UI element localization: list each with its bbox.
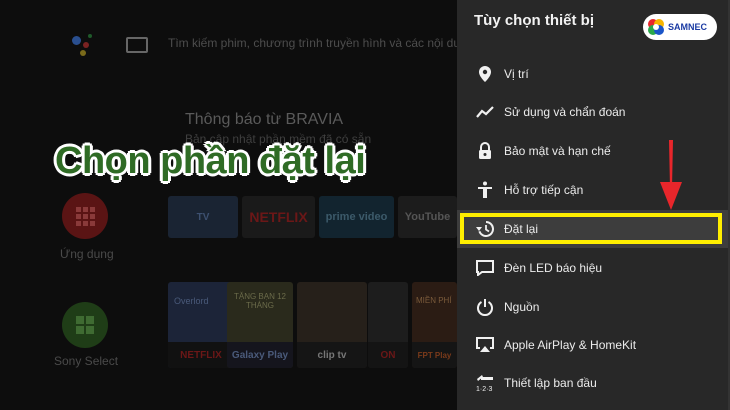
led-message-icon [474, 257, 496, 279]
content-card[interactable]: ON [368, 282, 408, 368]
search-bar[interactable]: Tìm kiếm phim, chương trình truyền hình … [168, 36, 457, 50]
app-tile-prime-label: prime video [325, 211, 388, 223]
app-tile-prime-video[interactable]: prime video [319, 196, 394, 238]
content-card[interactable]: TẶNG BẠN 12 THÁNG Galaxy Play [227, 282, 293, 368]
menu-item-label: Hỗ trợ tiếp cận [504, 183, 584, 197]
menu-item-label: Bảo mật và hạn chế [504, 144, 611, 158]
menu-item-location[interactable]: Vị trí [457, 55, 730, 93]
svg-text:1·2·3: 1·2·3 [476, 386, 492, 392]
trend-line-icon [474, 101, 496, 123]
menu-item-usage-diagnostics[interactable]: Sử dụng và chẩn đoán [457, 93, 730, 131]
menu-item-label: Đèn LED báo hiệu [504, 261, 603, 275]
menu-item-label: Nguồn [504, 300, 540, 314]
content-card-title: TẶNG BẠN 12 THÁNG [233, 292, 286, 310]
power-icon [474, 296, 496, 318]
menu-item-power[interactable]: Nguồn [457, 288, 730, 326]
menu-item-led-indicator[interactable]: Đèn LED báo hiệu [457, 249, 730, 287]
app-tile-youtube-label: YouTube [404, 211, 451, 223]
sony-select-label: Sony Select [54, 354, 119, 368]
setup-123-icon: 1·2·3 [474, 372, 496, 394]
content-card[interactable]: MIỀN PHÍ FPT Play [412, 282, 457, 368]
menu-item-accessibility[interactable]: Hỗ trợ tiếp cận [457, 171, 730, 209]
app-tile-tv[interactable]: TV [168, 196, 238, 238]
menu-item-initial-setup[interactable]: 1·2·3 Thiết lập ban đầu [457, 364, 730, 402]
app-tile-netflix-label: NETFLIX [249, 209, 308, 225]
google-assistant-icon[interactable] [68, 30, 96, 58]
content-card-title: Overlord [174, 296, 209, 306]
tutorial-caption: Chọn phần đặt lại [55, 140, 366, 182]
app-tile-youtube[interactable]: YouTube [398, 196, 457, 238]
sony-select-icon[interactable] [62, 302, 108, 348]
menu-item-security-restrictions[interactable]: Bảo mật và hạn chế [457, 132, 730, 170]
panel-title: Tùy chọn thiết bị [474, 12, 594, 29]
brand-logo: SAMNEC [643, 14, 717, 40]
menu-item-label: Thiết lập ban đầu [504, 376, 597, 390]
content-card-title: MIỀN PHÍ [416, 296, 452, 305]
reset-highlight-box [460, 213, 722, 244]
content-card-logo: Galaxy Play [227, 342, 293, 368]
device-preferences-panel: Tùy chọn thiết bị SAMNEC Vị trí Sử dụng … [457, 0, 730, 410]
brand-name: SAMNEC [668, 22, 708, 32]
content-card-logo: ON [368, 342, 408, 368]
home-screen: Tìm kiếm phim, chương trình truyền hình … [0, 0, 457, 410]
apps-label: Ứng dụng [60, 247, 114, 261]
app-tile-netflix[interactable]: NETFLIX [242, 196, 315, 238]
brand-mark-icon [646, 17, 666, 37]
red-arrow-icon [659, 140, 683, 212]
content-card-logo: clip tv [297, 342, 367, 368]
notification-title: Thông báo từ BRAVIA [185, 111, 344, 128]
apps-icon[interactable] [62, 193, 108, 239]
accessibility-icon [474, 179, 496, 201]
menu-item-airplay-homekit[interactable]: Apple AirPlay & HomeKit [457, 326, 730, 364]
menu-item-label: Sử dụng và chẩn đoán [504, 105, 626, 119]
menu-item-label: Apple AirPlay & HomeKit [504, 338, 637, 352]
menu-item-label: Vị trí [504, 67, 529, 81]
content-card-logo: FPT Play [412, 342, 457, 368]
app-tile-tv-label: TV [196, 211, 210, 223]
content-card[interactable]: clip tv [297, 282, 367, 368]
airplay-icon [474, 334, 496, 356]
content-card-logo: NETFLIX [168, 342, 234, 368]
location-pin-icon [474, 63, 496, 85]
content-card[interactable]: Overlord NETFLIX [168, 282, 234, 368]
lock-icon [474, 140, 496, 162]
keyboard-icon[interactable] [126, 37, 148, 53]
